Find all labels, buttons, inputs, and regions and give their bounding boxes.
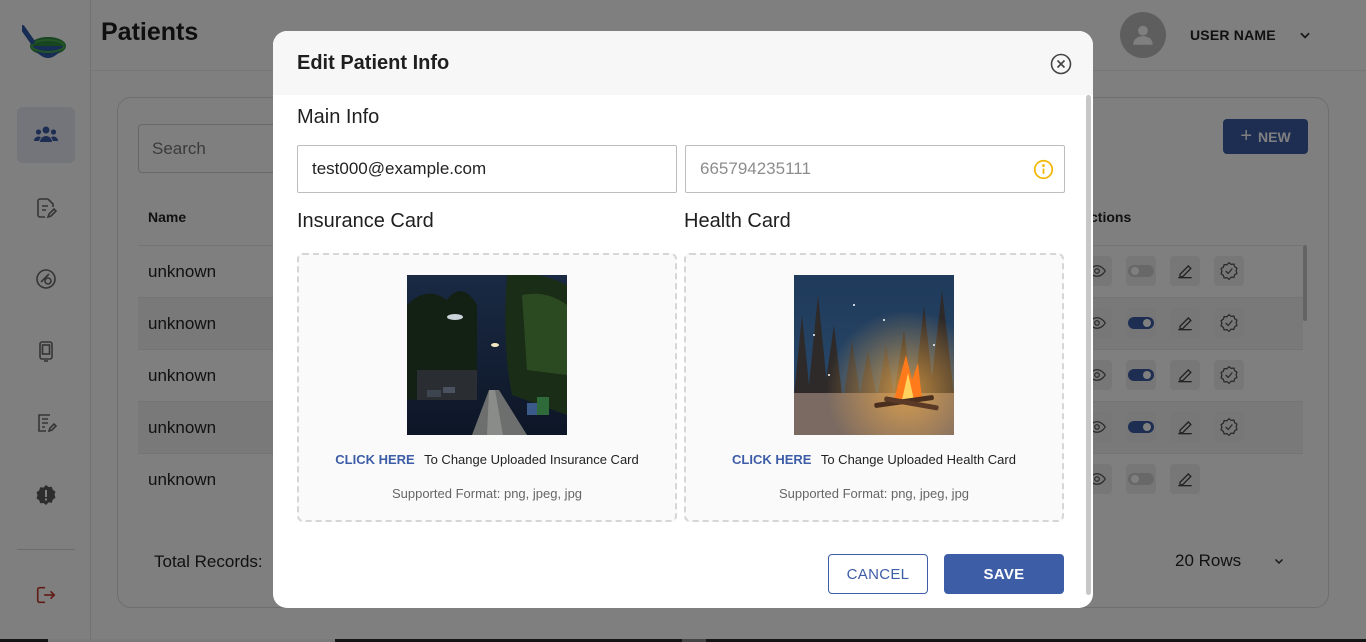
insurance-card-label: Insurance Card bbox=[297, 210, 434, 232]
health-change-text: To Change Uploaded Health Card bbox=[820, 452, 1016, 467]
insurance-change-text: To Change Uploaded Insurance Card bbox=[424, 452, 639, 467]
phone-placeholder: 665794235111 bbox=[700, 159, 811, 178]
health-supported-formats: Supported Format: png, jpeg, jpg bbox=[778, 486, 970, 501]
insurance-card-upload[interactable]: CLICK HERE To Change Uploaded Insurance … bbox=[297, 253, 677, 522]
cancel-button[interactable]: CANCEL bbox=[828, 554, 928, 594]
info-icon[interactable] bbox=[1033, 159, 1054, 180]
edit-patient-modal: Edit Patient Info Main Info test000@exam… bbox=[273, 31, 1093, 608]
phone-field[interactable]: 665794235111 bbox=[685, 145, 1065, 193]
close-icon[interactable] bbox=[1049, 52, 1073, 76]
insurance-card-image bbox=[407, 275, 567, 435]
health-card-upload[interactable]: CLICK HERE To Change Uploaded Health Car… bbox=[684, 253, 1064, 522]
insurance-supported-formats: Supported Format: png, jpeg, jpg bbox=[391, 486, 583, 501]
modal-scrollbar[interactable] bbox=[1086, 95, 1091, 595]
health-card-label: Health Card bbox=[684, 210, 791, 232]
health-card-image bbox=[794, 275, 954, 435]
save-button[interactable]: SAVE bbox=[944, 554, 1064, 594]
health-change-row: CLICK HERE To Change Uploaded Health Car… bbox=[686, 452, 1062, 467]
modal-header: Edit Patient Info bbox=[273, 31, 1093, 95]
insurance-change-row: CLICK HERE To Change Uploaded Insurance … bbox=[299, 452, 675, 467]
modal-title: Edit Patient Info bbox=[297, 52, 450, 74]
email-field[interactable]: test000@example.com bbox=[297, 145, 677, 193]
main-info-label: Main Info bbox=[297, 106, 380, 128]
health-click-here-link[interactable]: CLICK HERE bbox=[732, 452, 811, 467]
insurance-click-here-link[interactable]: CLICK HERE bbox=[335, 452, 414, 467]
